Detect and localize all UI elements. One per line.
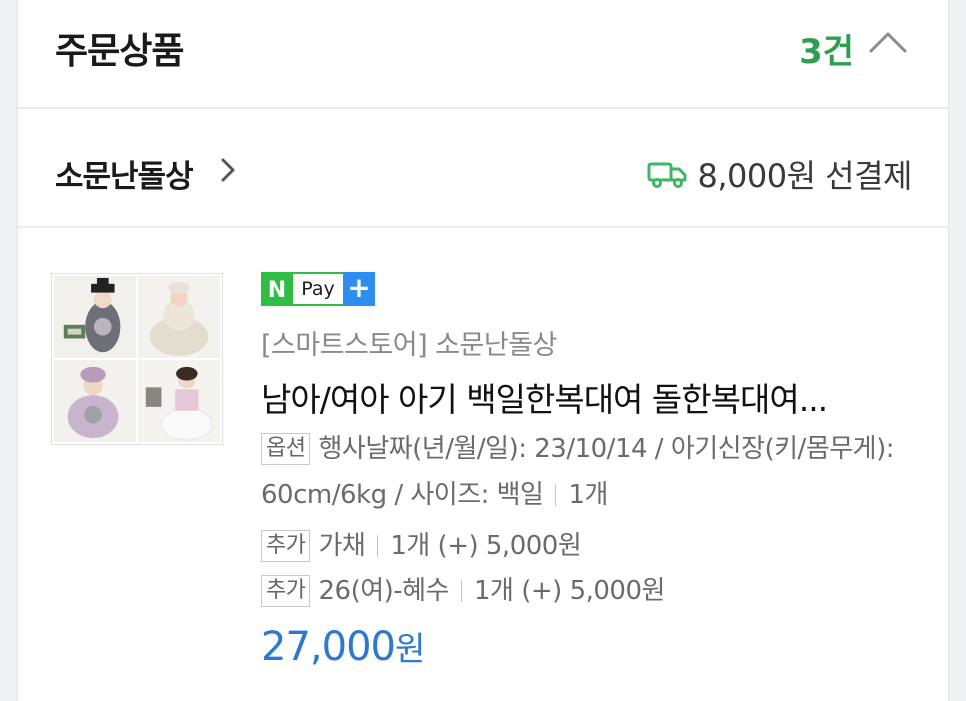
doll-image [54, 360, 136, 442]
divider [377, 535, 379, 557]
extra-option: 추가 가채 1개 (+) 5,000원 [261, 523, 921, 569]
option-tag: 옵션 [261, 433, 311, 465]
doll-image [54, 276, 136, 358]
product-thumbnail[interactable] [51, 273, 223, 445]
seller-label: [스마트스토어] 소문난돌상 [261, 330, 557, 361]
extra-name: 26(여)-혜수 [318, 576, 449, 606]
divider [461, 580, 462, 602]
store-row: 소문난돌상 8,000원 선결제 [18, 111, 948, 228]
extra-tag: 추가 [261, 530, 311, 562]
order-products-card: 주문상품 3건 소문난돌상 8,000원 선결제 N Pay + [스마트스토어… [17, 0, 949, 701]
naver-pay-plus-badge: N Pay + [261, 272, 375, 306]
option-qty: 1개 [568, 480, 608, 510]
badge-plus: + [343, 272, 375, 306]
badge-pay: Pay [293, 272, 343, 306]
extra-option: 추가 26(여)-혜수 1개 (+) 5,000원 [261, 568, 921, 614]
product-item: N Pay + [스마트스토어] 소문난돌상 남아/여아 아기 백일한복대여 돌… [18, 230, 948, 701]
store-name-link[interactable]: 소문난돌상 [55, 151, 194, 196]
shipping-info: 8,000원 선결제 [647, 151, 912, 197]
extra-detail: 1개 (+) 5,000원 [390, 531, 582, 561]
chevron-right-icon[interactable] [218, 155, 238, 185]
item-count: 3건 [799, 32, 854, 72]
price-unit: 원 [394, 629, 425, 668]
chevron-up-icon[interactable] [868, 26, 908, 56]
doll-image [138, 360, 220, 442]
extra-tag: 추가 [261, 575, 311, 607]
extra-name: 가채 [318, 531, 366, 561]
product-price: 27,000원 [261, 622, 425, 670]
product-name[interactable]: 남아/여아 아기 백일한복대여 돌한복대여... [261, 373, 921, 421]
shipping-fee: 8,000원 선결제 [697, 157, 912, 195]
truck-icon [647, 162, 687, 188]
price-amount: 27,000 [261, 624, 396, 670]
order-products-header[interactable]: 주문상품 3건 [18, 0, 948, 109]
section-title: 주문상품 [55, 31, 184, 72]
doll-image [138, 276, 220, 358]
divider [555, 484, 557, 506]
product-option: 옵션 행사날짜(년/월/일): 23/10/14 / 아기신장(키/몸무게): 6… [261, 426, 921, 518]
badge-n: N [261, 272, 293, 306]
extra-detail: 1개 (+) 5,000원 [474, 576, 665, 606]
